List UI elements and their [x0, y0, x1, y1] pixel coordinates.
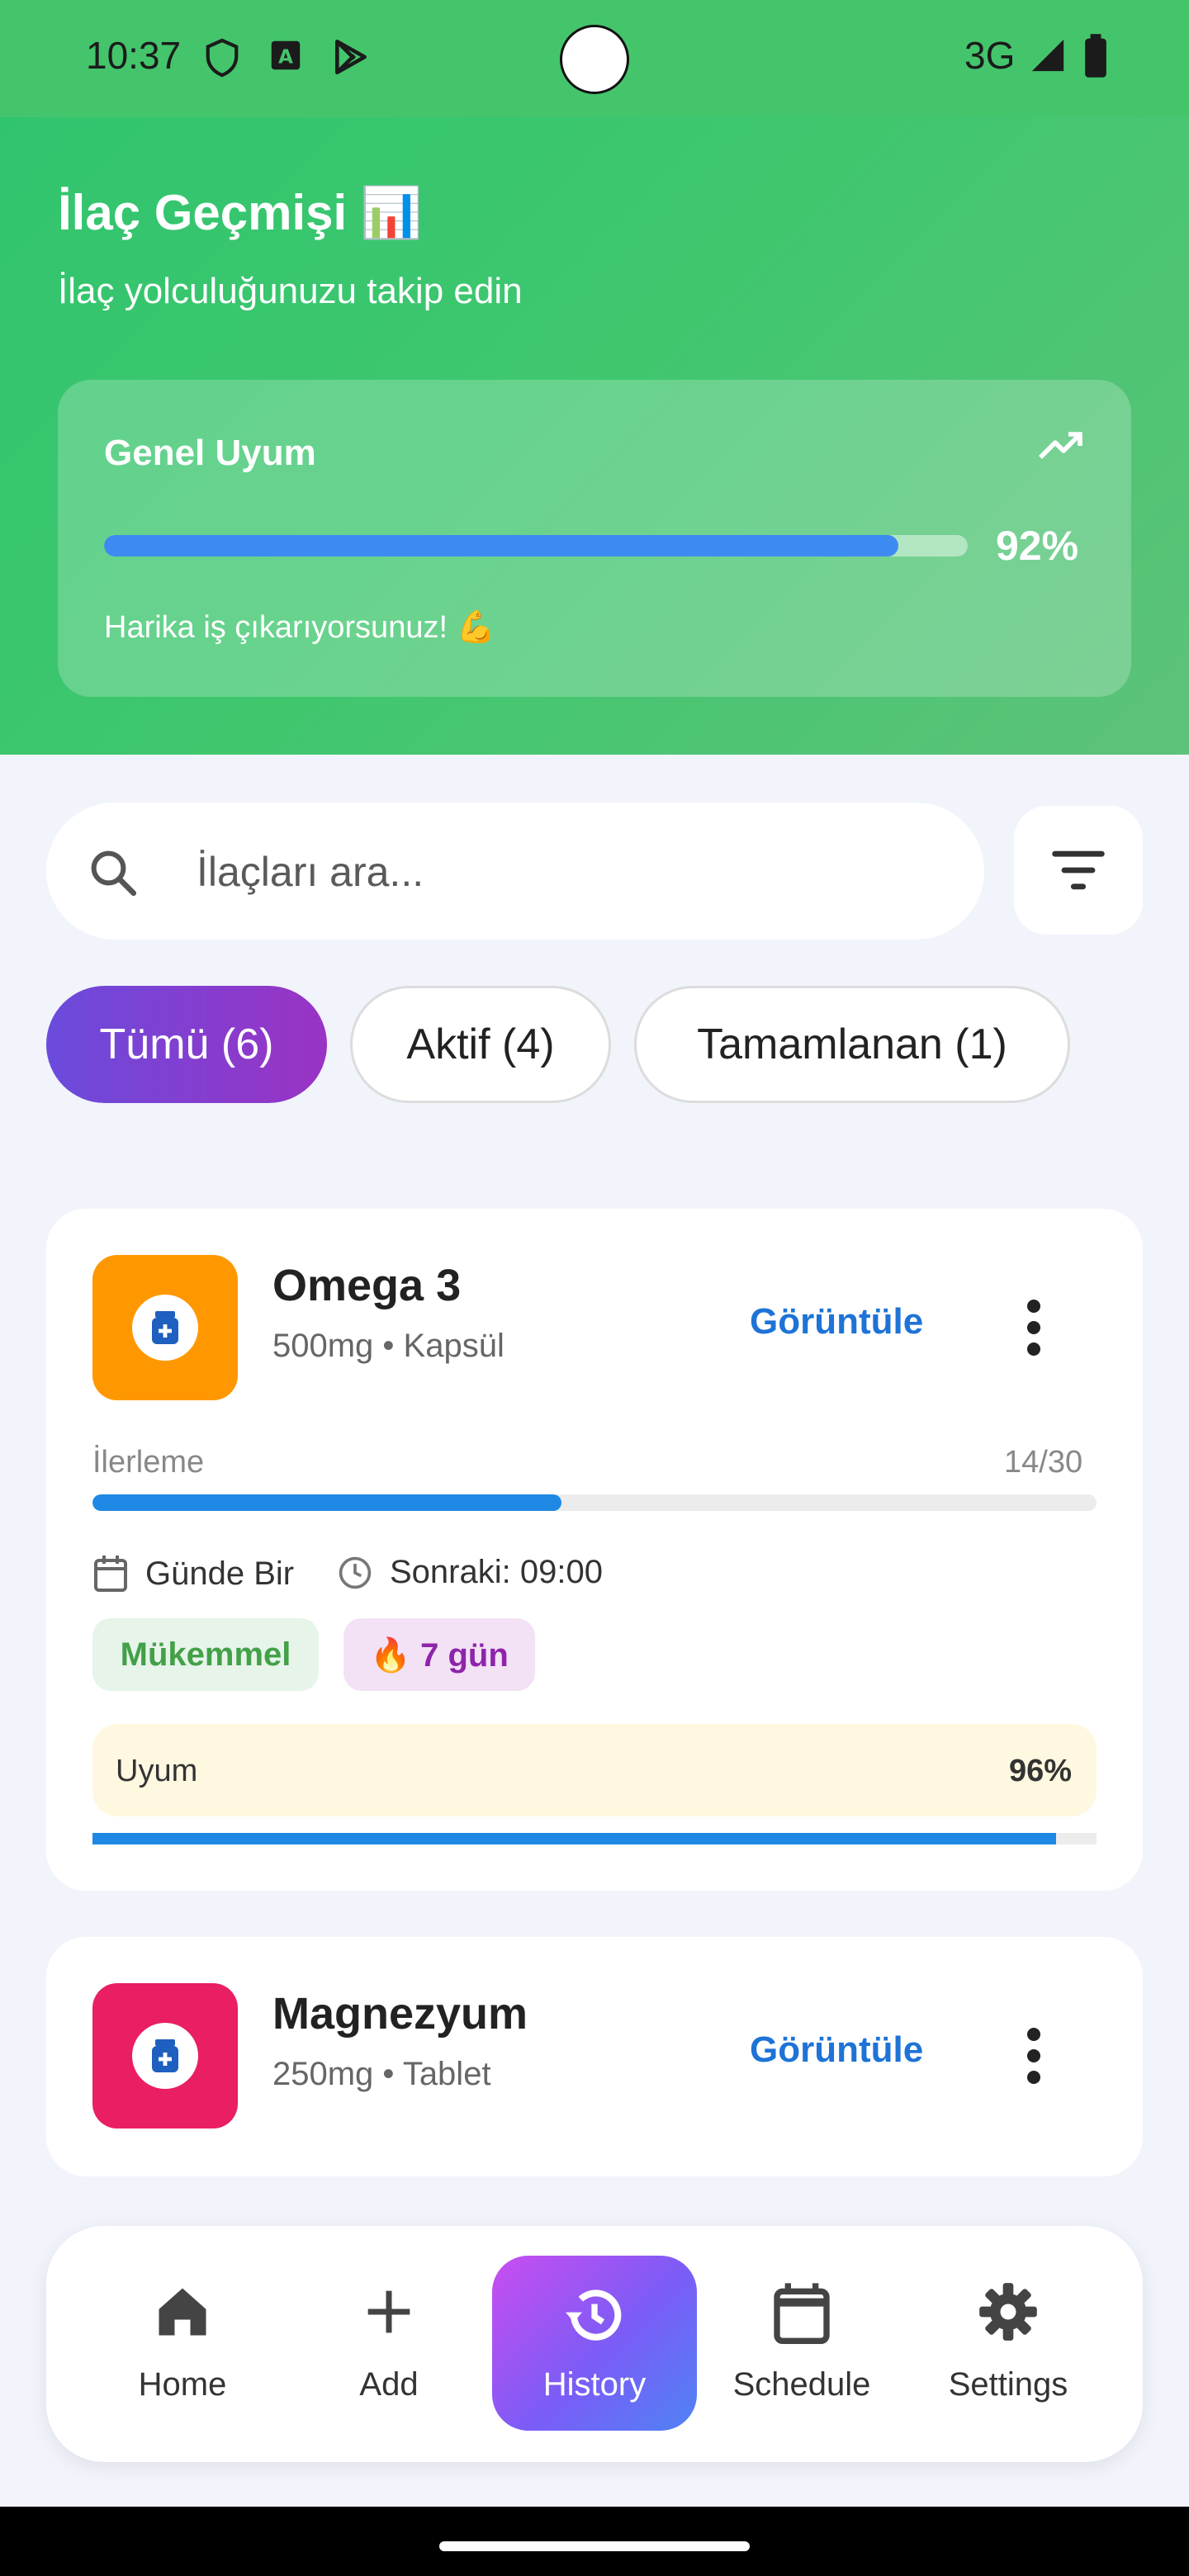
status-badge: Mükemmel — [92, 1618, 319, 1691]
play-store-icon — [335, 39, 367, 75]
adherence-box: Uyum 96% — [92, 1724, 1097, 1816]
nav-add[interactable]: Add — [294, 2226, 484, 2462]
search-input[interactable] — [195, 836, 941, 908]
signal-icon — [1031, 39, 1064, 72]
more-vert-icon[interactable] — [1017, 1295, 1050, 1361]
nav-home-label: Home — [138, 2366, 227, 2403]
next-dose-info: Sonraki: 09:00 — [337, 1554, 603, 1591]
nav-schedule-label: Schedule — [732, 2366, 871, 2403]
calendar-icon — [774, 2283, 830, 2344]
medication-card[interactable]: Omega 3 500mg • Kapsül Görüntüle İlerlem… — [46, 1209, 1143, 1891]
status-time: 10:37 — [86, 34, 182, 77]
medication-icon — [92, 1255, 238, 1400]
nav-home[interactable]: Home — [88, 2226, 277, 2462]
pill-bottle-icon — [152, 1311, 178, 1344]
gear-icon — [979, 2283, 1037, 2341]
shield-icon — [206, 38, 239, 78]
medication-dose: 250mg • Tablet — [272, 2056, 491, 2092]
medication-dose: 500mg • Kapsül — [272, 1328, 504, 1364]
filter-chip-completed[interactable]: Tamamlanan (1) — [634, 986, 1070, 1103]
keyboard-a-icon: A — [271, 40, 301, 70]
search-icon — [91, 850, 137, 897]
calendar-icon — [94, 1556, 127, 1592]
medication-card[interactable]: Magnezyum 250mg • Tablet Görüntüle — [46, 1937, 1143, 2176]
frequency-info: Günde Bir — [92, 1554, 294, 1593]
view-button[interactable]: Görüntüle — [750, 1301, 923, 1342]
nav-settings-label: Settings — [948, 2366, 1068, 2403]
svg-text:A: A — [278, 47, 293, 69]
streak-badge: 🔥 7 gün — [343, 1618, 535, 1691]
history-icon — [566, 2290, 622, 2341]
battery-icon — [1085, 34, 1106, 78]
medication-name: Omega 3 — [272, 1261, 462, 1310]
next-dose-text: Sonraki: 09:00 — [390, 1554, 603, 1590]
page-subtitle: İlaç yolculuğunuzu takip edin — [58, 271, 523, 311]
network-type: 3G — [964, 34, 1016, 77]
home-icon — [159, 2288, 206, 2336]
nav-history-label: History — [542, 2366, 647, 2403]
progress-count: 14/30 — [1004, 1445, 1083, 1480]
overall-title: Genel Uyum — [104, 433, 316, 473]
plus-icon — [367, 2290, 410, 2333]
overall-adherence-card: Genel Uyum 92% Harika iş çıkarıyorsunuz!… — [58, 380, 1131, 697]
bottom-navigation: Home Add History Schedule Settings — [46, 2226, 1143, 2462]
nav-history[interactable]: History — [492, 2256, 697, 2431]
medication-icon — [92, 1983, 238, 2129]
filter-button[interactable] — [1014, 806, 1143, 935]
adherence-fill — [92, 1833, 1057, 1844]
overall-progress-fill — [104, 535, 899, 556]
search-bar[interactable] — [46, 803, 984, 940]
adherence-bar — [92, 1833, 1097, 1844]
progress-fill — [92, 1494, 561, 1511]
frequency-text: Günde Bir — [145, 1555, 295, 1592]
medication-name: Magnezyum — [272, 1989, 528, 2039]
adherence-percent: 96% — [1009, 1754, 1073, 1788]
progress-bar — [92, 1494, 1097, 1511]
filter-chip-all[interactable]: Tümü (6) — [46, 986, 327, 1103]
view-button[interactable]: Görüntüle — [750, 2029, 923, 2071]
more-vert-icon[interactable] — [1017, 2023, 1050, 2089]
overall-percent: 92% — [996, 523, 1079, 569]
filter-icon — [1052, 850, 1105, 890]
page-title: İlaç Geçmişi 📊 — [58, 185, 423, 240]
clock-icon — [339, 1556, 372, 1589]
camera-cutout — [560, 25, 629, 94]
nav-settings[interactable]: Settings — [913, 2226, 1103, 2462]
overall-message: Harika iş çıkarıyorsunuz! 💪 — [104, 610, 495, 645]
filter-chip-active[interactable]: Aktif (4) — [350, 986, 611, 1103]
overall-progress-bar — [104, 535, 968, 556]
home-gesture-handle[interactable] — [439, 2541, 750, 2551]
adherence-label: Uyum — [116, 1754, 198, 1788]
pill-bottle-icon — [152, 2039, 178, 2072]
nav-add-label: Add — [359, 2366, 419, 2403]
nav-schedule[interactable]: Schedule — [707, 2226, 897, 2462]
trending-up-icon — [1039, 432, 1082, 459]
progress-label: İlerleme — [92, 1445, 205, 1480]
